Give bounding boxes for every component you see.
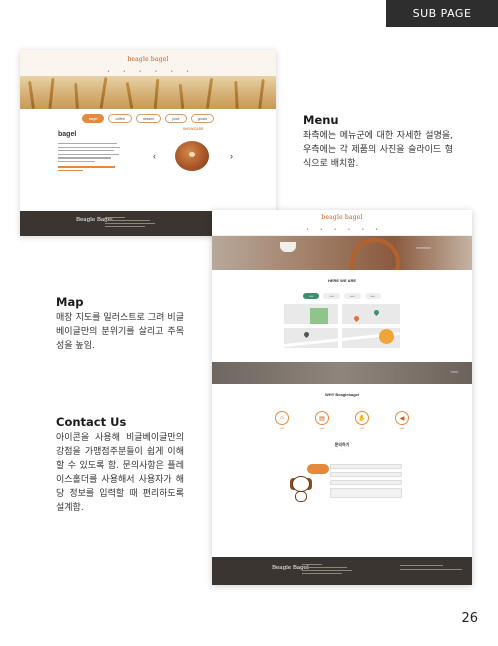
why-banner: ━━━━	[212, 362, 472, 384]
map-description-block: Map 매장 지도를 일러스트로 그려 비글베이글만의 분위기를 살리고 주목성…	[56, 295, 184, 354]
beagle-mascot-illustration	[290, 476, 312, 502]
site-nav: ● ● ● ● ● ●	[306, 227, 378, 231]
contact-section-body: 아이콘을 사용해 비글베이글만의 강점을 가맹점주분들이 쉽게 이해할 수 있도…	[56, 433, 184, 513]
menu-section-body: 좌측에는 메뉴군에 대한 자세한 설명을, 우측에는 각 제품의 사진을 슬라이…	[303, 131, 453, 169]
store-page-screenshot: beagle bagel ● ● ● ● ● ● ━━━━━━━━ HERE WE ARE…	[212, 210, 472, 585]
menu-page-screenshot: beagle bagel ● ● ● ● ● ● bagel coffee dessert…	[20, 50, 276, 236]
inquiry-section-title: 문의하기	[334, 442, 350, 447]
store-map-illustration[interactable]	[284, 304, 400, 348]
slider-sublabel: ··· ··· ···	[188, 132, 198, 135]
chair-image	[350, 238, 400, 270]
site-header: beagle bagel ● ● ● ● ● ●	[212, 210, 472, 236]
strength-item: ▤ ━━━ ·······	[313, 411, 331, 432]
tab-dessert[interactable]: dessert	[135, 114, 162, 123]
handshake-icon: ✋	[355, 411, 369, 425]
chart-icon: ▤	[315, 411, 329, 425]
tab-juice[interactable]: juice	[165, 114, 187, 123]
tab-coffee[interactable]: coffee	[108, 114, 132, 123]
strength-item: ✋ ━━━ ·······	[353, 411, 371, 432]
inquiry-section-subtitle: ········	[338, 449, 346, 452]
map-section-title: HERE WE ARE	[327, 278, 357, 283]
page-number: 26	[461, 611, 478, 626]
message-field[interactable]	[330, 488, 402, 498]
menu-section-title: Menu	[303, 113, 339, 127]
map-section-subtitle: ········	[338, 284, 346, 287]
wheat-hero-image	[20, 76, 276, 109]
speech-bubble	[307, 464, 329, 474]
strength-item: ⌂ ━━━ ·······	[273, 411, 291, 432]
store-tab-1[interactable]: ━━━	[302, 293, 320, 299]
store-tabs: ━━━ ━━━ ━━━ ━━━	[212, 293, 472, 299]
footer-links	[400, 565, 462, 573]
footer-info	[302, 564, 352, 576]
name-field[interactable]	[330, 464, 402, 469]
tab-bagel[interactable]: bagel	[81, 114, 105, 123]
why-section-subtitle: ········	[338, 398, 346, 401]
map-section-body: 매장 지도를 일러스트로 그려 비글베이글만의 분위기를 살리고 주목성을 높임…	[56, 313, 184, 351]
phone-field[interactable]	[330, 472, 402, 477]
contact-description-block: Contact Us 아이콘을 사용해 비글베이글만의 강점을 가맹점주분들이 …	[56, 415, 184, 516]
site-logo: beagle bagel	[127, 56, 169, 63]
menu-description	[58, 143, 120, 173]
cafe-hero-image: ━━━━━━━━	[212, 236, 472, 270]
inquiry-form-area	[212, 462, 472, 532]
site-logo: beagle bagel	[321, 214, 363, 221]
site-header: beagle bagel ● ● ● ● ● ●	[20, 50, 276, 76]
menu-content: bagel SHOWCASE ··· ··· ··· ‹ ›	[20, 123, 276, 193]
strength-icons: ⌂ ━━━ ······· ▤ ━━━ ······· ✋ ━━━ ······· ◀…	[212, 411, 472, 432]
sub-page-tag: SUB PAGE	[386, 0, 498, 27]
email-field[interactable]	[330, 480, 402, 485]
shop-icon: ⌂	[275, 411, 289, 425]
coffee-cup-image	[280, 242, 296, 252]
map-pin-icon	[302, 330, 311, 339]
why-section-title: WHY Beaglebagel	[325, 392, 359, 397]
park-area	[310, 308, 328, 324]
menu-title: bagel	[58, 131, 77, 138]
site-footer: Beagle Bagel	[212, 557, 472, 585]
bagel-image	[175, 141, 209, 171]
product-slider: SHOWCASE ··· ··· ··· ‹ ›	[153, 127, 233, 189]
contact-section-title: Contact Us	[56, 415, 127, 429]
inquiry-form	[330, 464, 402, 501]
map-section-title: Map	[56, 295, 84, 309]
menu-description-block: Menu 좌측에는 메뉴군에 대한 자세한 설명을, 우측에는 각 제품의 사진…	[303, 113, 453, 172]
banner-label: ━━━━	[450, 370, 458, 374]
footer-info	[105, 217, 155, 229]
map-pin-icon	[352, 314, 361, 323]
hero-caption: ━━━━━━━━	[416, 246, 431, 250]
menu-category-tabs: bagel coffee dessert juice goods	[20, 114, 276, 123]
tab-goods[interactable]: goods	[190, 114, 215, 123]
site-nav: ● ● ● ● ● ●	[107, 69, 189, 73]
store-tab-4[interactable]: ━━━	[364, 293, 382, 299]
slider-next-icon[interactable]: ›	[230, 151, 233, 161]
slider-label: SHOWCASE	[182, 127, 204, 131]
map-pin-icon	[372, 308, 381, 317]
strength-item: ◀ ━━━ ·······	[393, 411, 411, 432]
slider-prev-icon[interactable]: ‹	[153, 151, 156, 161]
store-tab-2[interactable]: ━━━	[323, 293, 340, 299]
megaphone-icon: ◀	[395, 411, 409, 425]
mascot-icon	[379, 329, 394, 344]
store-tab-3[interactable]: ━━━	[344, 293, 361, 299]
